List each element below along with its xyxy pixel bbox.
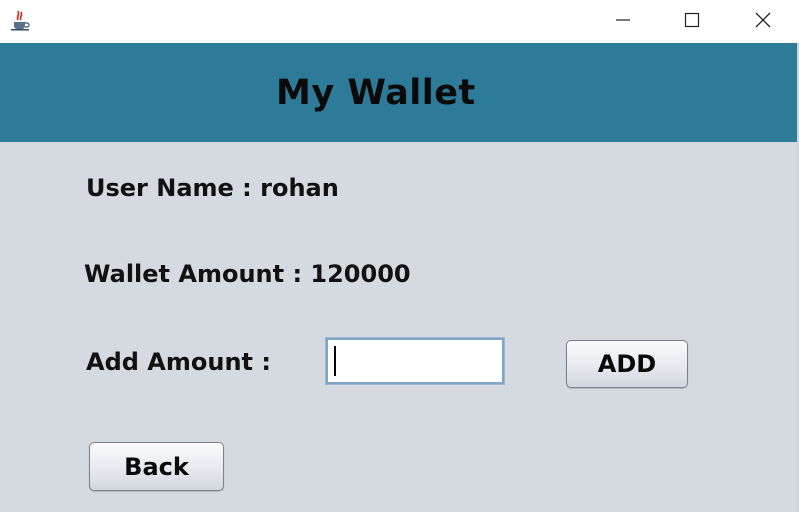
java-cup-icon xyxy=(9,8,33,32)
page-title: My Wallet xyxy=(276,73,476,113)
wallet-amount-label: Wallet Amount : 120000 xyxy=(84,260,411,288)
maximize-icon xyxy=(684,12,700,28)
minimize-icon xyxy=(616,19,630,21)
user-name-label: User Name : rohan xyxy=(86,174,339,202)
add-amount-input[interactable] xyxy=(325,337,505,385)
close-button[interactable] xyxy=(740,0,786,40)
header-bar: My Wallet xyxy=(0,43,797,142)
maximize-button[interactable] xyxy=(669,0,715,40)
minimize-button[interactable] xyxy=(600,0,646,40)
text-caret xyxy=(334,346,336,376)
add-amount-label: Add Amount : xyxy=(86,348,271,376)
window-titlebar[interactable] xyxy=(0,0,799,43)
add-button[interactable]: ADD xyxy=(566,340,688,388)
back-button[interactable]: Back xyxy=(89,442,224,491)
close-icon xyxy=(755,12,771,28)
wallet-panel: My Wallet User Name : rohan Wallet Amoun… xyxy=(0,43,799,512)
